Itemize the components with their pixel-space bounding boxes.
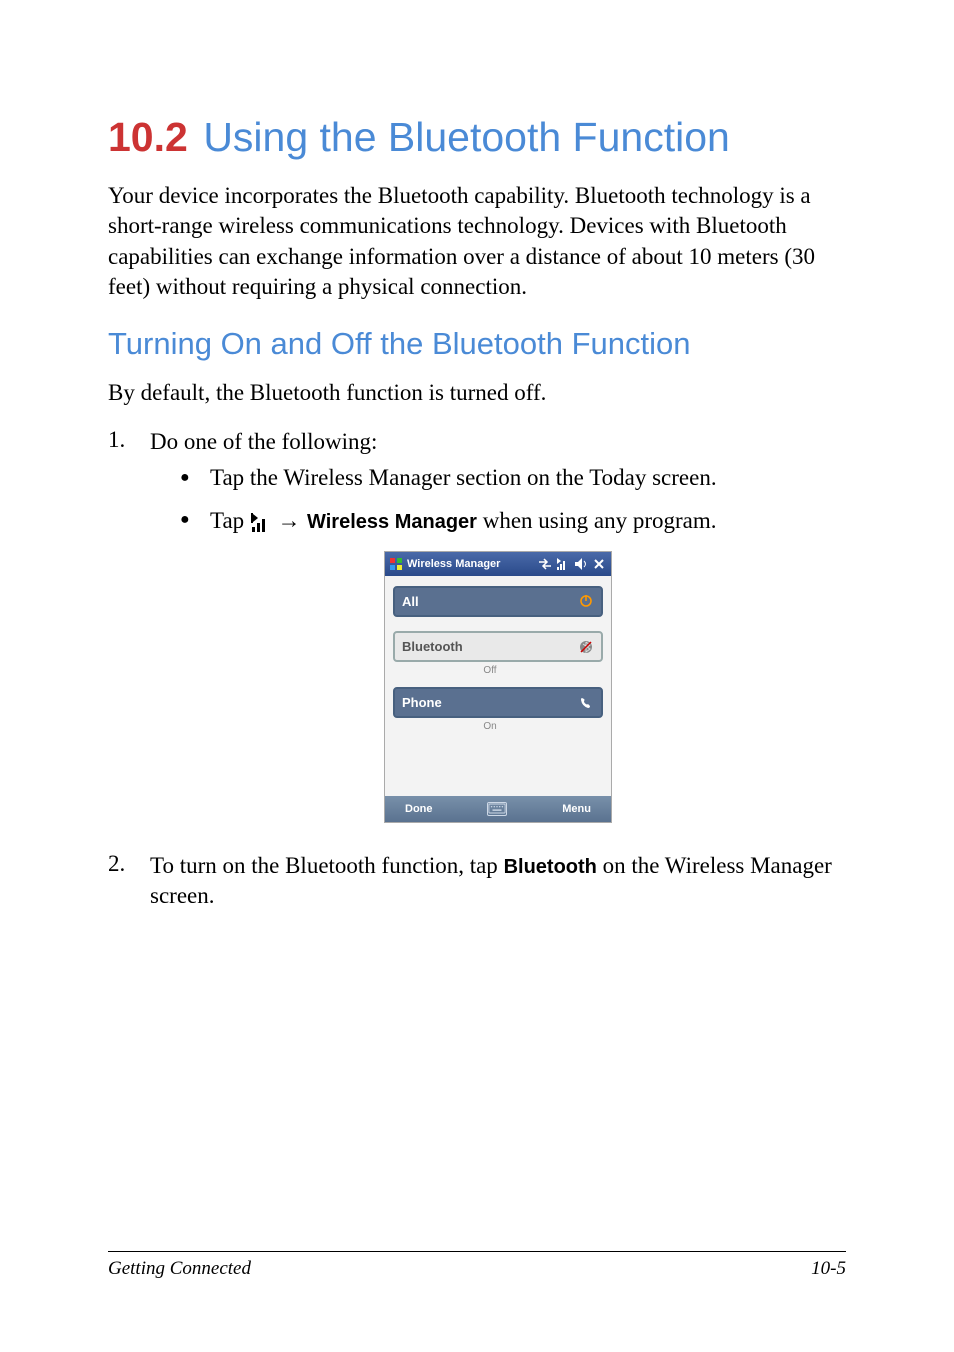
bullet-item: ● Tap the Wireless Manager section on th… (180, 463, 846, 493)
intro-paragraph: Your device incorporates the Bluetooth c… (108, 181, 846, 302)
section-number: 10.2 (108, 114, 188, 160)
connectivity-icon[interactable] (537, 556, 553, 572)
step-text: Do one of the following: (150, 429, 377, 454)
wireless-manager-screenshot: Wireless Manager (384, 551, 612, 823)
start-flag-icon[interactable] (389, 557, 403, 571)
bullet-item: ● Tap (180, 505, 846, 536)
screenshot-softbar: Done Menu (385, 796, 611, 822)
wm-bluetooth-status: Off (393, 664, 603, 677)
subsection-heading: Turning On and Off the Bluetooth Functio… (108, 326, 846, 362)
power-icon (578, 593, 594, 609)
footer-chapter: Getting Connected (108, 1258, 251, 1280)
screenshot-titlebar: Wireless Manager (385, 552, 611, 576)
wm-phone-label: Phone (402, 694, 442, 711)
wm-all-row[interactable]: All (393, 586, 603, 617)
signal-status-icon[interactable] (555, 556, 571, 572)
bullet-icon: ● (180, 463, 210, 493)
page-footer: Getting Connected 10-5 (108, 1251, 846, 1280)
step-2: 2. To turn on the Bluetooth function, ta… (108, 851, 846, 912)
wm-bluetooth-label: Bluetooth (402, 638, 463, 655)
footer-page-number: 10-5 (811, 1258, 846, 1280)
bullet-text: Tap → Wire (210, 505, 846, 536)
softkey-done[interactable]: Done (405, 802, 433, 817)
wm-phone-status: On (393, 720, 603, 733)
screenshot-title: Wireless Manager (407, 557, 500, 572)
section-heading: 10.2 Using the Bluetooth Function (108, 110, 846, 163)
bullet-icon: ● (180, 505, 210, 536)
step-text: To turn on the Bluetooth function, tap B… (150, 851, 846, 912)
close-icon[interactable] (591, 556, 607, 572)
volume-icon[interactable] (573, 556, 589, 572)
keyboard-icon[interactable] (487, 802, 507, 816)
phone-icon (578, 695, 594, 711)
softkey-menu[interactable]: Menu (562, 802, 591, 817)
bluetooth-off-icon (578, 639, 594, 655)
section-title: Using the Bluetooth Function (203, 114, 730, 160)
bluetooth-label: Bluetooth (504, 856, 597, 878)
wm-all-label: All (402, 593, 419, 610)
step-number: 2. (108, 851, 150, 912)
bullet-text: Tap the Wireless Manager section on the … (210, 463, 846, 493)
step-number: 1. (108, 427, 150, 843)
wm-bluetooth-row[interactable]: Bluetooth (393, 631, 603, 662)
step-1: 1. Do one of the following: ● Tap the Wi… (108, 427, 846, 843)
body-paragraph: By default, the Bluetooth function is tu… (108, 378, 846, 408)
wm-phone-row[interactable]: Phone (393, 687, 603, 718)
signal-icon (250, 512, 272, 534)
arrow-icon: → (278, 507, 307, 533)
wireless-manager-label: Wireless Manager (307, 511, 477, 533)
